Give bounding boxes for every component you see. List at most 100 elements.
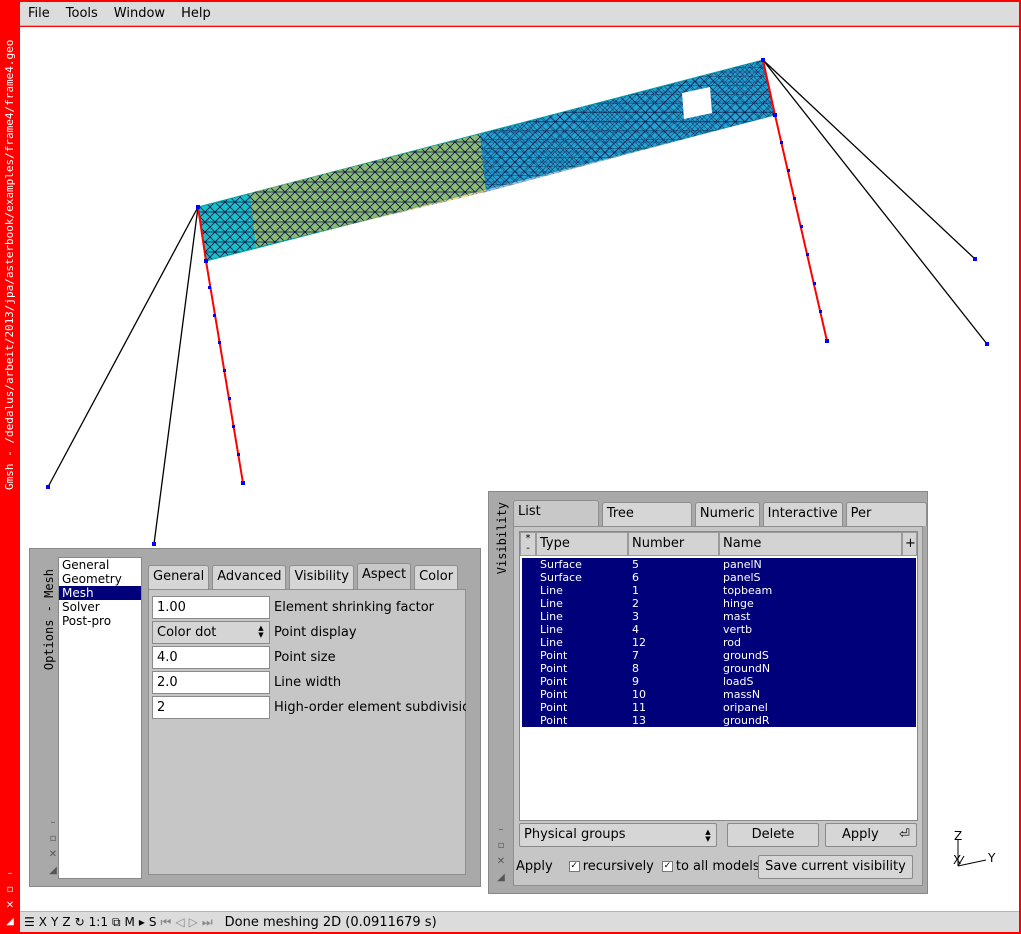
tab-advanced[interactable]: Advanced [212, 565, 287, 589]
table-row[interactable]: Line 4 vertb [522, 623, 916, 636]
tab-color[interactable]: Color [414, 565, 459, 589]
title-strip: Gmsh - /dedalus/arbeit/2013/jpa/asterboo… [0, 0, 20, 934]
category-mesh[interactable]: Mesh [59, 586, 141, 600]
line-width-row: 2.0 Line width [152, 670, 341, 694]
row-number: 2 [632, 597, 639, 610]
minimize-icon[interactable]: – [495, 822, 507, 838]
row-number: 13 [632, 714, 646, 727]
maximize-icon[interactable]: ▫ [4, 884, 16, 896]
ho-subdivisions-input[interactable]: 2 [152, 695, 270, 719]
last-step-icon[interactable]: ⏭ [200, 912, 215, 932]
view-z-button[interactable]: Z [60, 912, 72, 932]
table-row[interactable]: Point 8 groundN [522, 662, 916, 675]
column-number[interactable]: Number [628, 532, 719, 556]
view-x-button[interactable]: X [37, 912, 49, 932]
tab-per-window[interactable]: Per window [845, 502, 927, 543]
visibility-window: Visibility – ▫ ✕ ◢ List browser Tree bro… [488, 491, 928, 894]
category-geometry[interactable]: Geometry [59, 572, 141, 586]
menu-help[interactable]: Help [173, 3, 219, 25]
next-step-icon[interactable]: ▷ [187, 912, 200, 932]
category-solver[interactable]: Solver [59, 600, 141, 614]
table-row[interactable]: Point 11 oripanel [522, 701, 916, 714]
line-width-input[interactable]: 2.0 [152, 670, 270, 694]
category-post-pro[interactable]: Post-pro [59, 614, 141, 628]
resize-grip-icon[interactable]: ◢ [495, 870, 507, 886]
table-row[interactable]: Point 10 massN [522, 688, 916, 701]
tab-interactive[interactable]: Interactive [762, 502, 843, 526]
close-icon[interactable]: ✕ [4, 900, 16, 912]
prev-step-icon[interactable]: ◁ [173, 912, 186, 932]
check-icon: ✓ [568, 861, 580, 872]
scale-one-button[interactable]: 1:1 [87, 912, 110, 932]
apply-button[interactable]: Apply ⏎ [825, 823, 917, 847]
point-size-input[interactable]: 4.0 [152, 645, 270, 669]
row-name: oripanel [723, 701, 768, 714]
row-name: hinge [723, 597, 754, 610]
options-panel: General Advanced Visibility Aspect Color… [148, 563, 468, 875]
table-rows: Surface 5 panelN Surface 6 panelS Line 1 topbeam… [522, 558, 916, 727]
rotate-icon[interactable]: ↻ [73, 912, 87, 932]
point-size-label: Point size [274, 649, 336, 665]
table-row[interactable]: Line 2 hinge [522, 597, 916, 610]
table-row[interactable]: Surface 6 panelS [522, 571, 916, 584]
add-column-button[interactable]: + [902, 532, 917, 556]
view-y-button[interactable]: Y [49, 912, 60, 932]
select-all-none: * - [520, 532, 536, 556]
point-display-select[interactable]: Color dot ▲ ▼ [152, 620, 270, 644]
select-none-button[interactable]: - [521, 544, 535, 554]
row-number: 8 [632, 662, 639, 675]
close-icon[interactable]: ✕ [495, 854, 507, 870]
table-row[interactable]: Point 7 groundS [522, 649, 916, 662]
first-step-icon[interactable]: ⏮ [159, 912, 174, 932]
recursively-checkbox[interactable]: ✓ recursively [568, 859, 654, 874]
table-row[interactable]: Point 13 groundR [522, 714, 916, 727]
menu-window[interactable]: Window [106, 3, 173, 25]
tab-tree-browser[interactable]: Tree browser [601, 502, 692, 543]
play-icon[interactable]: ▸ [137, 912, 147, 932]
all-models-checkbox[interactable]: ✓ to all models [661, 859, 760, 874]
row-number: 11 [632, 701, 646, 714]
category-general[interactable]: General [59, 558, 141, 572]
tab-visibility[interactable]: Visibility [289, 565, 354, 589]
menu-icon[interactable]: ☰ [22, 912, 37, 932]
menu-tools[interactable]: Tools [58, 3, 106, 25]
mesh-toggle-button[interactable]: M [123, 912, 137, 932]
column-type[interactable]: Type [536, 532, 628, 556]
maximize-icon[interactable]: ▫ [495, 838, 507, 854]
minimize-icon[interactable]: – [4, 868, 16, 880]
mode-select-value: Physical groups [524, 827, 626, 842]
menu-file[interactable]: File [20, 3, 58, 25]
shrink-factor-input[interactable]: 1.00 [152, 595, 270, 619]
table-row[interactable]: Line 12 rod [522, 636, 916, 649]
mode-select[interactable]: Physical groups ▲ ▼ [519, 823, 717, 847]
row-name: groundS [723, 649, 769, 662]
row-name: groundR [723, 714, 770, 727]
tab-list-browser[interactable]: List browser [513, 500, 599, 541]
row-number: 3 [632, 610, 639, 623]
row-type: Point [540, 649, 568, 662]
row-name: rod [723, 636, 741, 649]
table-row[interactable]: Point 9 loadS [522, 675, 916, 688]
tab-numeric[interactable]: Numeric [694, 502, 760, 526]
apply-options-row: Apply ✓ recursively ✓ to all models [516, 859, 760, 874]
row-type: Line [540, 636, 563, 649]
tab-aspect[interactable]: Aspect [356, 563, 412, 589]
column-name[interactable]: Name [719, 532, 902, 556]
row-name: panelN [723, 558, 762, 571]
entity-table[interactable]: * - Type Number Name + Surface 5 panelN Sur… [519, 531, 918, 821]
row-type: Point [540, 701, 568, 714]
shrink-factor-label: Element shrinking factor [274, 599, 435, 615]
solver-button[interactable]: S [147, 912, 159, 932]
resize-grip-icon[interactable]: ◢ [4, 916, 16, 928]
delete-button[interactable]: Delete [727, 823, 819, 847]
ortho-icon[interactable]: ⧉ [110, 912, 123, 932]
save-visibility-button[interactable]: Save current visibility [758, 855, 913, 879]
axis-x-label: X [953, 853, 961, 867]
table-row[interactable]: Surface 5 panelN [522, 558, 916, 571]
table-row[interactable]: Line 1 topbeam [522, 584, 916, 597]
table-row[interactable]: Line 3 mast [522, 610, 916, 623]
visibility-window-controls: – ▫ ✕ ◢ [495, 822, 507, 886]
tab-general[interactable]: General [148, 565, 210, 589]
window-title: Gmsh - /dedalus/arbeit/2013/jpa/asterboo… [3, 39, 16, 490]
options-window: Options - Mesh – ▫ ✕ ◢ General Geometry … [29, 548, 481, 887]
